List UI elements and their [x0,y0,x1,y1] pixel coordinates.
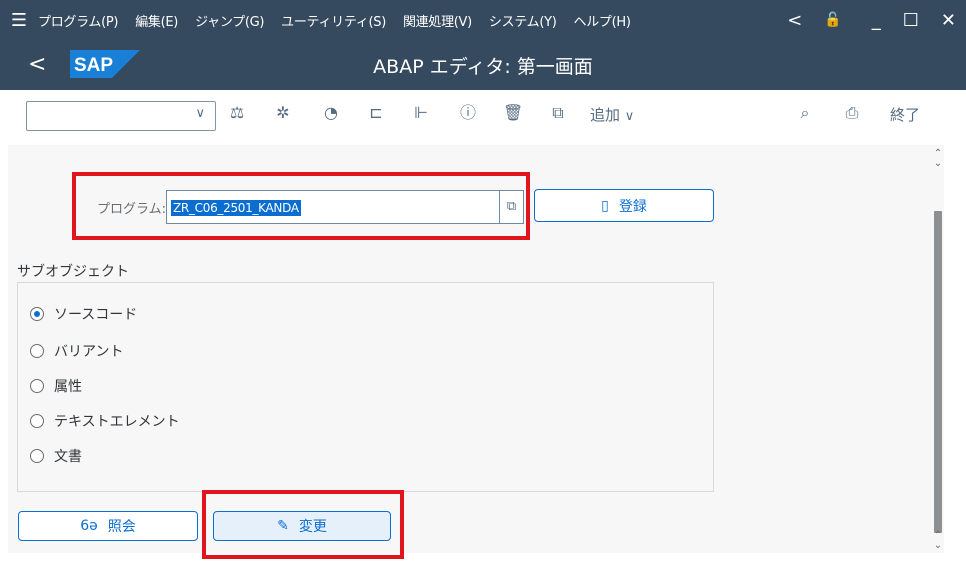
menu-item-help[interactable]: ヘルプ(H) [574,11,631,30]
lock-icon[interactable]: 🔓 [824,12,841,28]
window-controls: < 🔓 _ ☐ ✕ [765,0,956,40]
scroll-down-icon[interactable]: ⌃ ⌄ [932,531,944,551]
program-highlight-box [72,172,530,240]
chevron-down-icon: ∨ [624,109,635,124]
maximize-icon[interactable]: ☐ [903,10,919,31]
menu-item-program[interactable]: プログラム(P) [38,11,119,30]
chevron-down-icon: ∨ [195,106,205,121]
wand-icon[interactable]: ✲ [273,104,293,122]
radio-icon[interactable] [30,449,44,463]
search-icon[interactable]: ⌕ [795,104,815,122]
glasses-icon: 6ə [80,518,98,534]
scroll-up-icon[interactable]: ⌃ ⌄ [932,149,944,169]
menu-items: プログラム(P) 編集(E) ジャンプ(G) ユーティリティ(S) 関連処理(V… [38,11,648,30]
radio-source-code[interactable]: ソースコード [30,304,137,324]
balance-icon[interactable]: ⚖ [227,104,247,122]
hierarchy-icon[interactable]: ⊩ [411,104,431,122]
register-button-label: 登録 [618,198,647,215]
print-icon[interactable]: ⎙ [842,104,862,122]
radio-text-elements-label: テキストエレメント [54,414,180,430]
menu-item-utilities[interactable]: ユーティリティ(S) [281,11,386,30]
radio-variant[interactable]: バリアント [30,341,123,361]
chevron-left-icon[interactable]: < [787,10,802,31]
exit-button[interactable]: 終了 [890,104,920,125]
menu-item-edit[interactable]: 編集(E) [135,11,178,30]
command-field-select[interactable]: ∨ [26,101,216,131]
add-menu-button[interactable]: 追加 ∨ [590,104,634,125]
vertical-scrollbar[interactable]: ⌃ ⌄ ⌃ ⌄ [932,145,944,553]
radio-variant-label: バリアント [54,344,124,360]
menu-bar: ☰ プログラム(P) 編集(E) ジャンプ(G) ユーティリティ(S) 関連処理… [0,0,966,40]
trash-icon[interactable]: 🗑 [503,104,523,122]
radio-selected-icon[interactable] [30,307,44,321]
toolbar: ∨ ⚖ ✲ ◔ ⊏ ⊩ ⓘ 🗑 ⧉ 追加 ∨ ⌕ ⎙ 終了 [0,90,966,145]
radio-icon[interactable] [30,344,44,358]
object-list-icon[interactable]: ⊏ [366,104,386,122]
scrollbar-thumb[interactable] [934,211,942,533]
hamburger-menu-icon[interactable]: ☰ [0,10,38,31]
copy-icon[interactable]: ⧉ [548,104,568,122]
radio-attributes-label: 属性 [54,379,82,395]
menu-item-system[interactable]: システム(Y) [489,11,557,30]
title-bar: < SAP ABAP エディタ: 第一画面 [0,40,966,90]
register-button[interactable]: ▯ 登録 [534,189,714,222]
display-button-label: 照会 [107,519,136,535]
radio-documentation-label: 文書 [54,449,82,465]
display-button[interactable]: 6ə 照会 [18,511,198,541]
radio-icon[interactable] [30,379,44,393]
document-icon: ▯ [601,197,609,214]
menu-item-environment[interactable]: 関連処理(V) [403,11,472,30]
clock-icon[interactable]: ◔ [321,104,341,122]
minimize-icon[interactable]: _ [872,10,881,31]
menu-item-jump[interactable]: ジャンプ(G) [195,11,264,30]
radio-attributes[interactable]: 属性 [30,376,82,396]
radio-text-elements[interactable]: テキストエレメント [30,411,180,431]
change-highlight-box [202,490,404,559]
close-icon[interactable]: ✕ [941,10,956,31]
subobjects-label: サブオブジェクト [17,264,129,280]
add-menu-label: 追加 [590,106,621,124]
info-icon[interactable]: ⓘ [458,104,478,122]
page-title: ABAP エディタ: 第一画面 [373,56,593,78]
radio-icon[interactable] [30,414,44,428]
radio-documentation[interactable]: 文書 [30,446,82,466]
radio-source-code-label: ソースコード [54,307,138,323]
